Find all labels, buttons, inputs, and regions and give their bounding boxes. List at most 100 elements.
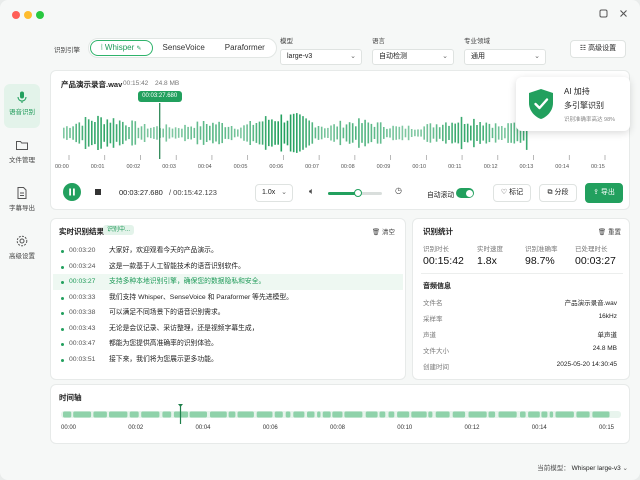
timeline-segment[interactable] bbox=[555, 411, 574, 418]
transcript-row[interactable]: 00:03:27 支持多种本地识别引擎，确保您的数据隐私和安全。 bbox=[53, 274, 403, 290]
timeline-segment[interactable] bbox=[256, 411, 273, 418]
timeline-segment[interactable] bbox=[317, 411, 321, 418]
model-select[interactable]: large-v3 ⌄ bbox=[280, 49, 362, 65]
close-window-button[interactable] bbox=[12, 11, 20, 19]
waveform-bar bbox=[103, 124, 105, 142]
timeline-segment[interactable] bbox=[210, 411, 227, 418]
waveform-bar bbox=[215, 124, 217, 142]
sidebar-item-advanced-settings[interactable]: 高级设置 bbox=[4, 228, 40, 272]
timeline-segment[interactable] bbox=[344, 411, 363, 418]
volume-slider[interactable] bbox=[328, 189, 382, 197]
status-bar: 当前模型： Whisper large-v3 ⌄ bbox=[537, 462, 628, 472]
transcript-row[interactable]: 00:03:20 大家好，欢迎观看今天的产品演示。 bbox=[53, 243, 403, 259]
split-button-label: 分段 bbox=[554, 189, 569, 196]
row-timestamp: 00:03:27 bbox=[69, 278, 96, 285]
export-button[interactable]: ⇪ 导出 bbox=[585, 183, 623, 203]
stop-button[interactable] bbox=[95, 189, 101, 195]
transcript-row[interactable]: 00:03:33 我们支持 Whisper、SenseVoice 和 Parafo… bbox=[53, 290, 403, 306]
timeline-segment[interactable] bbox=[549, 411, 554, 418]
timeline-segment[interactable] bbox=[592, 411, 610, 418]
timeline-segment[interactable] bbox=[452, 411, 466, 418]
close-icon[interactable] bbox=[618, 9, 628, 19]
sidebar-item-speech-recognition[interactable]: 语音识别 bbox=[4, 84, 40, 128]
chevron-down-icon[interactable]: ⌄ bbox=[623, 465, 628, 472]
timeline-segment[interactable] bbox=[428, 411, 433, 418]
timeline-segment[interactable] bbox=[388, 411, 395, 418]
file-info-key: 声道 bbox=[423, 332, 436, 339]
engine-option-whisper[interactable]: ⦚ Whisper ✎ bbox=[90, 40, 153, 56]
timeline-segment[interactable] bbox=[237, 411, 254, 418]
reset-button[interactable]: 🗑︎ 重置 bbox=[598, 226, 621, 236]
advanced-settings-button[interactable]: ☷ 高级设置 bbox=[570, 40, 626, 58]
waveform-bar bbox=[442, 124, 444, 142]
timeline-track[interactable] bbox=[61, 404, 621, 424]
minimize-window-button[interactable] bbox=[24, 11, 32, 19]
sidebar-item-subtitle-export[interactable]: 字幕导出 bbox=[4, 180, 40, 224]
timeline-segment[interactable] bbox=[397, 411, 410, 418]
timeline-segment[interactable] bbox=[468, 411, 487, 418]
row-timestamp: 00:03:43 bbox=[69, 324, 96, 332]
timeline-segment[interactable] bbox=[435, 411, 450, 418]
autoscroll-toggle[interactable] bbox=[456, 188, 474, 198]
timeline-segment[interactable] bbox=[162, 411, 172, 418]
waveform-bar bbox=[361, 123, 363, 143]
model-select-value: large-v3 bbox=[287, 53, 313, 60]
gear-icon bbox=[16, 235, 28, 247]
timeline-segment[interactable] bbox=[274, 411, 283, 418]
pause-button[interactable] bbox=[63, 183, 81, 201]
ruler-tick-label: 00:09 bbox=[376, 164, 391, 170]
engine-selector: ⦚ Whisper ✎ SenseVoice Paraformer bbox=[88, 38, 277, 58]
timeline-segment[interactable] bbox=[322, 411, 331, 418]
volume-knob[interactable] bbox=[353, 189, 362, 197]
timeline-segment[interactable] bbox=[365, 411, 378, 418]
timeline-segment[interactable] bbox=[498, 411, 517, 418]
row-timestamp: 00:03:38 bbox=[69, 309, 96, 316]
timeline-segment[interactable] bbox=[141, 411, 160, 418]
ruler-tick-label: 00:11 bbox=[448, 164, 462, 170]
transcript-row[interactable]: 00:03:47 都能为您提供高准确率的识别体验。 bbox=[53, 336, 403, 352]
timeline-segment[interactable] bbox=[63, 411, 72, 418]
timeline-segment[interactable] bbox=[93, 411, 107, 418]
sidebar-item-file-manager[interactable]: 文件管理 bbox=[4, 132, 40, 176]
mark-button[interactable]: ♡ 标记 bbox=[493, 184, 531, 202]
timeline-segment[interactable] bbox=[332, 411, 343, 418]
timeline-segment[interactable] bbox=[285, 411, 291, 418]
timeline-segment[interactable] bbox=[520, 411, 526, 418]
transcript-row[interactable]: 00:03:43 无论是会议记录、采访整理，还是视频字幕生成， bbox=[53, 321, 403, 337]
engine-option-sensevoice[interactable]: SenseVoice bbox=[153, 40, 215, 56]
clear-button[interactable]: 🗑︎ 清空 bbox=[372, 226, 395, 236]
language-select[interactable]: 自动检测 ⌄ bbox=[372, 49, 454, 65]
transcript-row[interactable]: 00:03:24 这是一款基于人工智能技术的语音识别软件。 bbox=[53, 259, 403, 275]
domain-select[interactable]: 通用 ⌄ bbox=[464, 49, 546, 65]
waveform-bar bbox=[463, 124, 466, 142]
timeline-segment[interactable] bbox=[189, 411, 207, 418]
timeline-segment[interactable] bbox=[307, 411, 315, 418]
playback-speed-select[interactable]: 1.0x ⌄ bbox=[255, 184, 293, 202]
timeline-segment[interactable] bbox=[129, 411, 139, 418]
split-button[interactable]: ⧉ 分段 bbox=[539, 184, 577, 202]
waveform-bar bbox=[473, 118, 475, 148]
timeline-segment[interactable] bbox=[528, 411, 540, 418]
timeline-segment[interactable] bbox=[228, 411, 236, 418]
timeline-segment[interactable] bbox=[109, 411, 128, 418]
maximize-window-button[interactable] bbox=[36, 11, 44, 19]
timer-icon[interactable]: ◷ bbox=[395, 186, 402, 195]
timeline-segment[interactable] bbox=[379, 411, 386, 418]
timeline-segment[interactable] bbox=[411, 411, 427, 418]
engine-option-paraformer[interactable]: Paraformer bbox=[215, 40, 275, 56]
waveform-bar bbox=[327, 127, 329, 138]
timeline-segment[interactable] bbox=[488, 411, 496, 418]
transcript-row[interactable]: 00:03:38 可以满足不同场景下的语音识别需求。 bbox=[53, 305, 403, 321]
timeline-segment[interactable] bbox=[541, 411, 548, 418]
waveform-bar bbox=[383, 127, 385, 139]
timeline-segment[interactable] bbox=[293, 411, 305, 418]
playhead-time: 00:03:27.680 bbox=[142, 93, 178, 99]
stat-value: 00:03:27 bbox=[575, 255, 616, 267]
waveform[interactable] bbox=[61, 99, 531, 159]
timeline-segment[interactable] bbox=[73, 411, 92, 418]
timeline-segment[interactable] bbox=[576, 411, 590, 418]
waveform-bar bbox=[292, 113, 295, 153]
restore-icon[interactable] bbox=[598, 9, 608, 19]
transcript-row[interactable]: 00:03:51 接下来，我们将为您展示更多功能。 bbox=[53, 352, 403, 368]
volume-icon[interactable]: 🔈︎ bbox=[309, 186, 314, 197]
